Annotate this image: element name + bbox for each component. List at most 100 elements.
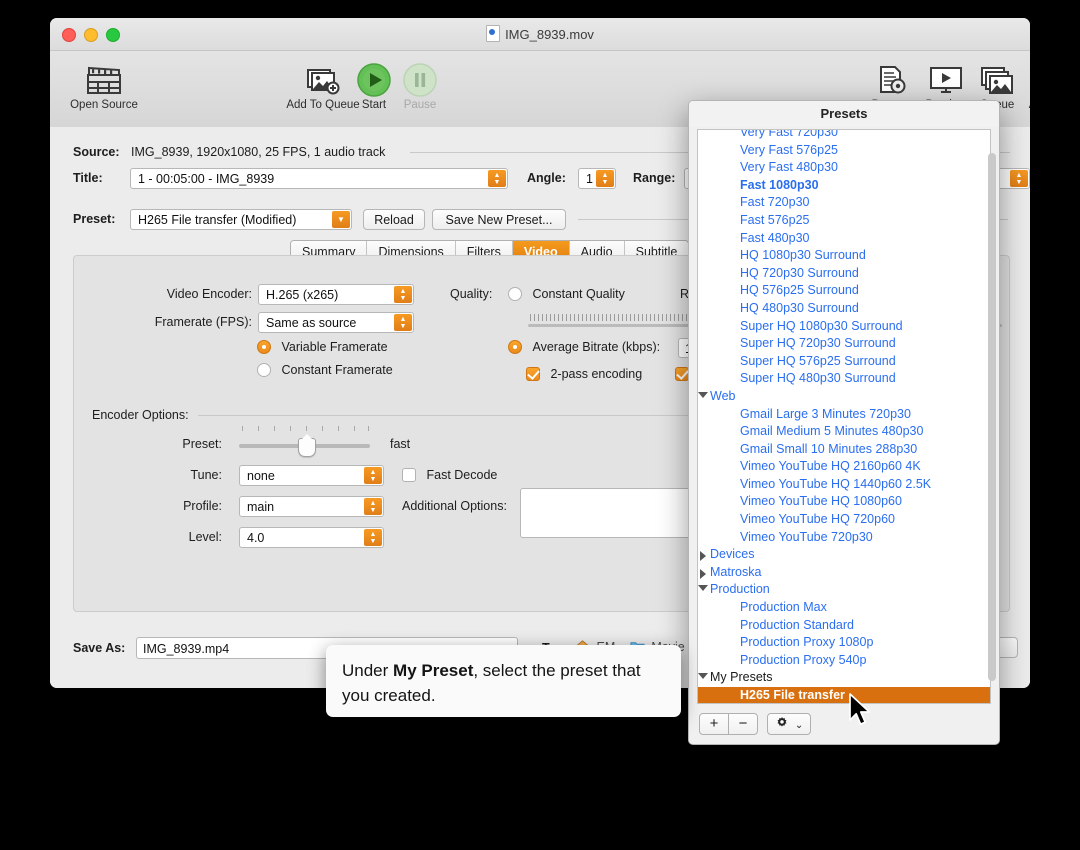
preset-item[interactable]: Vimeo YouTube HQ 1080p60 xyxy=(698,493,990,511)
preset-group-production[interactable]: Production xyxy=(698,581,990,599)
toolbar-pause-label: Pause xyxy=(403,99,437,111)
preset-item[interactable]: Super HQ 576p25 Surround xyxy=(698,353,990,371)
level-select[interactable]: 4.0 ▲ ▼ xyxy=(239,527,384,548)
toolbar-pause[interactable]: Pause xyxy=(390,59,450,111)
preset-item[interactable]: Super HQ 720p30 Surround xyxy=(698,335,990,353)
variable-framerate-radio[interactable] xyxy=(257,340,271,354)
title-select[interactable]: 1 - 00:05:00 - IMG_8939 ▲ ▼ xyxy=(130,168,508,189)
disclosure-closed-icon[interactable] xyxy=(700,551,706,562)
preset-item[interactable]: Gmail Medium 5 Minutes 480p30 xyxy=(698,423,990,441)
video-encoder-value: H.265 (x265) xyxy=(266,288,339,302)
preset-group-devices[interactable]: Devices xyxy=(698,546,990,564)
preset-row: Preset: xyxy=(73,212,115,226)
preset-item[interactable]: Very Fast 576p25 xyxy=(698,142,990,160)
chevron-updown-icon: ▲ ▼ xyxy=(488,170,506,187)
toolbar-activity[interactable]: Activity xyxy=(1001,59,1030,111)
video-encoder-select[interactable]: H.265 (x265) ▲ ▼ xyxy=(258,284,414,305)
framerate-select[interactable]: Same as source ▲ ▼ xyxy=(258,312,414,333)
variable-framerate-option[interactable]: Variable Framerate xyxy=(257,340,388,354)
preset-group-my-presets[interactable]: My Presets xyxy=(698,669,990,687)
source-value: IMG_8939, 1920x1080, 25 FPS, 1 audio tra… xyxy=(131,145,386,159)
preset-item[interactable]: Production Proxy 540p xyxy=(698,652,990,670)
preset-item[interactable]: Production Max xyxy=(698,599,990,617)
activity-log-icon xyxy=(1001,59,1030,101)
add-preset-button[interactable]: + xyxy=(699,713,729,735)
save-new-preset-button[interactable]: Save New Preset... xyxy=(432,209,566,230)
angle-value: 1 xyxy=(586,172,593,186)
constant-quality-option[interactable]: Constant Quality xyxy=(508,287,625,301)
preset-item[interactable]: HQ 1080p30 Surround xyxy=(698,247,990,265)
toolbar-open-source[interactable]: Open Source xyxy=(58,59,150,111)
preset-item[interactable]: HQ 720p30 Surround xyxy=(698,265,990,283)
chevron-updown-icon: ▲ ▼ xyxy=(1010,170,1028,187)
two-pass-option[interactable]: 2-pass encoding xyxy=(526,367,642,381)
preset-actions-button[interactable]: ⌄ xyxy=(767,713,811,735)
presets-list[interactable]: Very Fast 720p30 Very Fast 576p25 Very F… xyxy=(697,129,991,704)
preset-select[interactable]: H265 File transfer (Modified) ▼ xyxy=(130,209,352,230)
preset-item[interactable]: Vimeo YouTube 720p30 xyxy=(698,529,990,547)
presets-popup-title: Presets xyxy=(689,101,999,127)
average-bitrate-label: Average Bitrate (kbps): xyxy=(532,340,661,354)
turbo-checkbox[interactable] xyxy=(675,367,689,381)
preset-item[interactable]: Super HQ 480p30 Surround xyxy=(698,370,990,388)
preset-item[interactable]: Very Fast 480p30 xyxy=(698,159,990,177)
average-bitrate-option[interactable]: Average Bitrate (kbps): xyxy=(508,340,660,354)
chevron-updown-icon: ▲ ▼ xyxy=(364,467,382,484)
mouse-cursor xyxy=(848,693,874,734)
preset-item[interactable]: Production Standard xyxy=(698,617,990,635)
video-encoder-label: Video Encoder: xyxy=(166,287,252,301)
angle-select[interactable]: 1 ▲ ▼ xyxy=(578,168,616,189)
preset-item[interactable]: Fast 576p25 xyxy=(698,212,990,230)
profile-select[interactable]: main ▲ ▼ xyxy=(239,496,384,517)
preset-group-web[interactable]: Web xyxy=(698,388,990,406)
constant-quality-radio[interactable] xyxy=(508,287,522,301)
constant-framerate-option[interactable]: Constant Framerate xyxy=(257,363,393,377)
average-bitrate-radio[interactable] xyxy=(508,340,522,354)
source-label: Source: xyxy=(73,145,120,159)
angle-label: Angle: xyxy=(527,171,566,185)
preset-item[interactable]: Very Fast 720p30 xyxy=(698,130,990,142)
preset-item[interactable]: Gmail Small 10 Minutes 288p30 xyxy=(698,441,990,459)
preset-item[interactable]: Vimeo YouTube HQ 2160p60 4K xyxy=(698,458,990,476)
preset-item[interactable]: Fast 720p30 xyxy=(698,194,990,212)
preset-item[interactable]: Gmail Large 3 Minutes 720p30 xyxy=(698,406,990,424)
remove-preset-button[interactable]: − xyxy=(728,713,758,735)
variable-framerate-label: Variable Framerate xyxy=(281,340,388,354)
preset-item[interactable]: Fast 1080p30 xyxy=(698,177,990,195)
level-label: Level: xyxy=(188,530,222,544)
chevron-down-icon: ▼ xyxy=(332,211,350,228)
additional-options-label: Additional Options: xyxy=(402,499,507,513)
preset-item[interactable]: Vimeo YouTube HQ 720p60 xyxy=(698,511,990,529)
constant-quality-label: Constant Quality xyxy=(532,287,625,301)
constant-framerate-radio[interactable] xyxy=(257,363,271,377)
clapperboard-icon xyxy=(58,59,150,101)
preset-item[interactable]: Production Proxy 1080p xyxy=(698,634,990,652)
toolbar-activity-label: Activity xyxy=(1001,99,1030,111)
preset-item-selected[interactable]: H265 File transfer xyxy=(698,687,990,703)
preset-label: Preset: xyxy=(73,212,116,226)
disclosure-open-icon[interactable] xyxy=(698,391,708,398)
preset-group-matroska[interactable]: Matroska xyxy=(698,564,990,582)
disclosure-open-icon[interactable] xyxy=(698,673,708,680)
preset-item[interactable]: Vimeo YouTube HQ 1440p60 2.5K xyxy=(698,476,990,494)
preset-group-label: Production xyxy=(710,582,770,597)
fast-decode-option[interactable]: Fast Decode xyxy=(402,468,497,482)
two-pass-checkbox[interactable] xyxy=(526,367,540,381)
reload-button[interactable]: Reload xyxy=(363,209,425,230)
presets-scrollbar[interactable] xyxy=(988,153,996,681)
preset-item[interactable]: HQ 480p30 Surround xyxy=(698,300,990,318)
window-titlebar[interactable]: IMG_8939.mov xyxy=(50,18,1030,51)
preset-item[interactable]: Super HQ 1080p30 Surround xyxy=(698,318,990,336)
tune-select[interactable]: none ▲ ▼ xyxy=(239,465,384,486)
x265-preset-slider-knob[interactable] xyxy=(298,434,316,457)
fast-decode-checkbox[interactable] xyxy=(402,468,416,482)
screenshot-stage: IMG_8939.mov Open Source Add To Queue St… xyxy=(0,0,1080,850)
disclosure-closed-icon[interactable] xyxy=(700,568,706,579)
preset-item[interactable]: HQ 576p25 Surround xyxy=(698,282,990,300)
save-as-label: Save As: xyxy=(73,641,126,655)
pause-icon xyxy=(390,59,450,101)
framerate-label: Framerate (FPS): xyxy=(154,315,252,329)
preset-item[interactable]: Fast 480p30 xyxy=(698,230,990,248)
disclosure-open-icon[interactable] xyxy=(698,585,708,592)
toolbar-open-source-label: Open Source xyxy=(70,99,138,111)
